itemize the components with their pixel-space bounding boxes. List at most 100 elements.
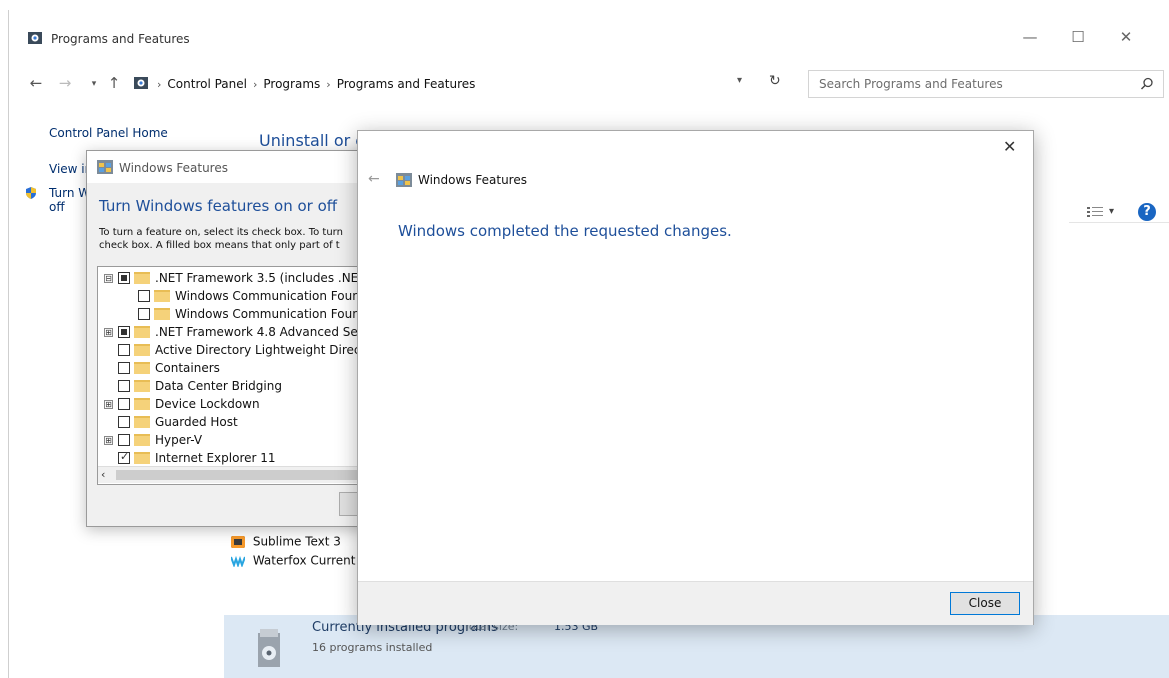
feature-row[interactable]: Internet Explorer 11: [104, 449, 276, 467]
view-options-icon[interactable]: [1087, 206, 1103, 218]
installed-programs-icon: [258, 629, 280, 667]
back-button[interactable]: ←: [368, 171, 380, 187]
title-bar: Programs and Features — ☐ ✕: [9, 10, 1169, 50]
view-options-dropdown-icon[interactable]: ▾: [1109, 206, 1114, 217]
windows-features-icon: [97, 160, 113, 174]
feature-label: Windows Communication Founda: [175, 307, 375, 321]
feature-label: .NET Framework 4.8 Advanced Service: [155, 325, 388, 339]
close-button[interactable]: Close: [950, 592, 1020, 615]
feature-checkbox[interactable]: [118, 362, 130, 374]
folder-icon: [134, 326, 150, 338]
folder-icon: [134, 452, 150, 464]
programs-count: 16 programs installed: [312, 641, 433, 654]
breadcrumb-separator: ›: [252, 77, 258, 91]
back-button[interactable]: ←: [27, 74, 45, 92]
expand-toggle-icon[interactable]: ⊟: [104, 273, 113, 283]
feature-row[interactable]: Data Center Bridging: [104, 377, 282, 395]
feature-checkbox[interactable]: [118, 272, 130, 284]
turn-windows-features-link-continued[interactable]: off: [49, 200, 65, 214]
dialog-title: Windows Features: [119, 161, 228, 175]
up-button[interactable]: ↑: [105, 74, 123, 92]
program-row[interactable]: Waterfox Current 20: [231, 553, 375, 568]
feature-label: Data Center Bridging: [155, 379, 282, 393]
control-panel-icon: [134, 77, 148, 89]
search-input[interactable]: Search Programs and Features: [808, 70, 1164, 98]
feature-label: Windows Communication Founda: [175, 289, 375, 303]
feature-row[interactable]: Containers: [104, 359, 220, 377]
feature-checkbox[interactable]: [118, 344, 130, 356]
feature-checkbox[interactable]: [118, 434, 130, 446]
feature-row[interactable]: ⊟ .NET Framework 3.5 (includes .NET 2.0: [104, 269, 388, 287]
dialog-footer: Close: [358, 581, 1033, 625]
sublime-text-icon: [231, 535, 245, 548]
feature-row[interactable]: ⊞ Device Lockdown: [104, 395, 260, 413]
feature-label: .NET Framework 3.5 (includes .NET 2.0: [155, 271, 389, 285]
address-dropdown-button[interactable]: ▾: [737, 75, 742, 86]
dialog-title: Windows Features: [418, 173, 527, 187]
expand-toggle-icon[interactable]: ⊞: [104, 327, 113, 337]
feature-label: Device Lockdown: [155, 397, 260, 411]
program-name: Sublime Text 3: [252, 534, 341, 549]
feature-checkbox[interactable]: [118, 398, 130, 410]
feature-label: Active Directory Lightweight Director: [155, 343, 378, 357]
feature-checkbox[interactable]: [138, 290, 150, 302]
refresh-button[interactable]: ↻: [769, 73, 781, 89]
expand-toggle-icon[interactable]: ⊞: [104, 435, 113, 445]
breadcrumb-programs-and-features[interactable]: Programs and Features: [337, 77, 476, 91]
folder-icon: [134, 416, 150, 428]
feature-row[interactable]: Windows Communication Founda: [124, 287, 375, 305]
feature-checkbox[interactable]: [118, 326, 130, 338]
dialog-description: To turn a feature on, select its check b…: [99, 227, 343, 238]
feature-row[interactable]: Windows Communication Founda: [124, 305, 375, 323]
minimize-button[interactable]: —: [1019, 26, 1041, 48]
turn-windows-features-link[interactable]: Turn W: [49, 186, 90, 200]
program-row[interactable]: Sublime Text 3: [231, 534, 341, 549]
feature-label: Guarded Host: [155, 415, 238, 429]
forward-button[interactable]: →: [56, 74, 74, 92]
feature-label: Containers: [155, 361, 220, 375]
shield-icon: [26, 187, 36, 199]
search-placeholder: Search Programs and Features: [819, 77, 1003, 91]
help-icon[interactable]: ?: [1138, 203, 1156, 221]
close-dialog-button[interactable]: ✕: [1003, 137, 1016, 156]
control-panel-icon: [28, 32, 42, 44]
folder-icon: [134, 434, 150, 446]
dialog-description: check box. A filled box means that only …: [99, 240, 340, 251]
folder-icon: [134, 362, 150, 374]
close-window-button[interactable]: ✕: [1115, 26, 1137, 48]
breadcrumb-programs[interactable]: Programs: [263, 77, 320, 91]
folder-icon: [154, 290, 170, 302]
feature-checkbox[interactable]: [138, 308, 150, 320]
folder-icon: [134, 380, 150, 392]
window-title: Programs and Features: [51, 32, 190, 46]
control-panel-home-link[interactable]: Control Panel Home: [49, 126, 168, 140]
folder-icon: [134, 344, 150, 356]
maximize-button[interactable]: ☐: [1067, 26, 1089, 48]
navigation-bar: ← → ▾ ↑ › Control Panel › Programs › Pro…: [9, 68, 1169, 102]
feature-row[interactable]: Active Directory Lightweight Director: [104, 341, 377, 359]
expand-toggle-icon[interactable]: ⊞: [104, 399, 113, 409]
feature-row[interactable]: Guarded Host: [104, 413, 238, 431]
list-header-divider: [1069, 222, 1169, 223]
breadcrumb-control-panel[interactable]: Control Panel: [167, 77, 247, 91]
feature-row[interactable]: ⊞ .NET Framework 4.8 Advanced Service: [104, 323, 387, 341]
feature-checkbox[interactable]: [118, 450, 130, 464]
folder-icon: [134, 272, 150, 284]
dialog-heading: Turn Windows features on or off: [99, 197, 338, 215]
feature-checkbox[interactable]: [118, 380, 130, 392]
feature-row[interactable]: ⊞ Hyper-V: [104, 431, 202, 449]
windows-features-icon: [396, 173, 412, 187]
waterfox-icon: [231, 555, 245, 567]
recent-locations-button[interactable]: ▾: [85, 75, 103, 93]
search-icon[interactable]: [1139, 76, 1155, 92]
feature-checkbox[interactable]: [118, 416, 130, 428]
completion-message: Windows completed the requested changes.: [398, 222, 732, 240]
scroll-left-button[interactable]: ‹: [101, 468, 105, 481]
breadcrumb-separator: ›: [326, 77, 331, 91]
